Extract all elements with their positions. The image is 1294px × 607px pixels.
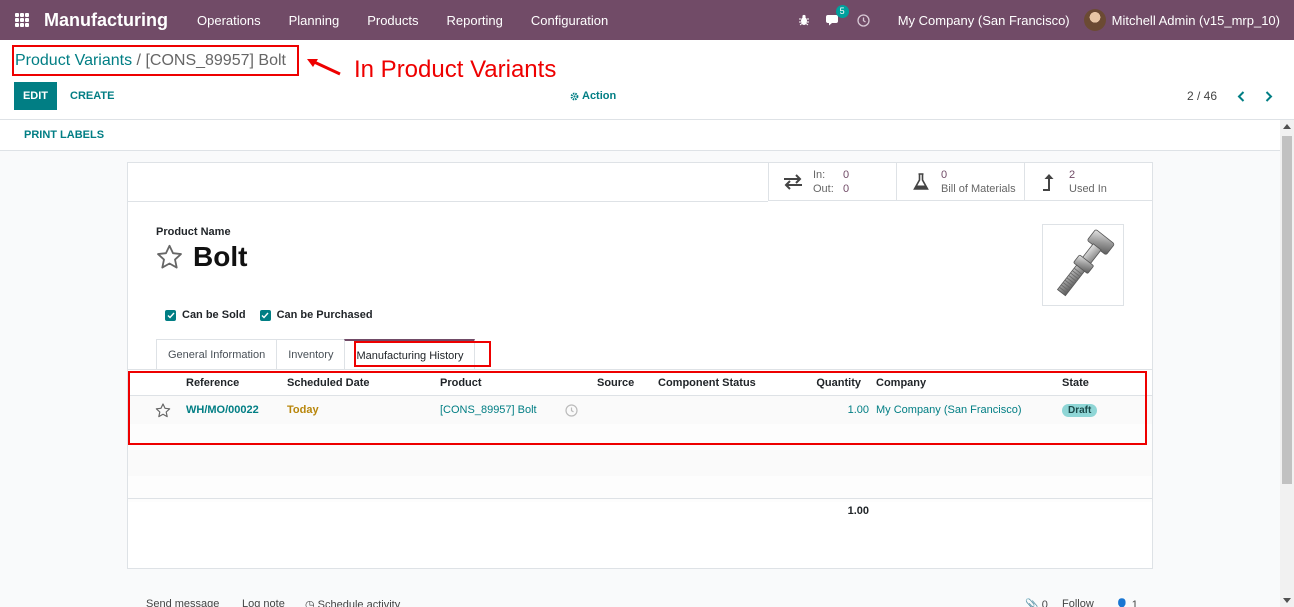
chevron-right-icon [1265, 90, 1273, 102]
scroll-up-arrow-icon[interactable] [1283, 124, 1291, 129]
print-labels-button[interactable]: PRINT LABELS [24, 120, 104, 150]
in-out-smart-button[interactable]: In: 0 Out: 0 [768, 163, 896, 201]
bom-label: Bill of Materials [941, 183, 1016, 195]
table-highlight-box [128, 371, 1147, 445]
tab-inventory[interactable]: Inventory [276, 339, 346, 370]
annotation-text: In Product Variants [354, 56, 557, 83]
user-name: Mitchell Admin (v15_mrp_10) [1111, 12, 1280, 28]
log-note-button[interactable]: Log note [242, 598, 285, 607]
used-in-smart-button[interactable]: 2 Used In [1024, 163, 1152, 201]
app-name[interactable]: Manufacturing [44, 10, 168, 31]
top-navbar: Manufacturing Operations Planning Produc… [0, 0, 1294, 40]
can-be-purchased-checkbox[interactable]: Can be Purchased [259, 309, 373, 321]
followers-count: 1 [1131, 599, 1138, 607]
product-flags: Can be Sold Can be Purchased [165, 309, 387, 321]
scroll-thumb[interactable] [1282, 136, 1292, 484]
can-be-purchased-label: Can be Purchased [276, 309, 373, 321]
menu-products[interactable]: Products [353, 13, 432, 28]
attachments-button[interactable]: 📎 0 [1025, 598, 1048, 607]
annotation-arrow-icon [307, 59, 341, 76]
activity-clock-icon[interactable] [849, 13, 878, 27]
used-in-label: Used In [1069, 183, 1107, 195]
send-message-button[interactable]: Send message [146, 598, 219, 607]
user-icon: 👤 [1115, 599, 1129, 607]
level-up-arrow-icon [1043, 174, 1054, 191]
used-in-count: 2 [1069, 169, 1076, 181]
chatter-topbar: Send message Log note ◷ Schedule activit… [0, 596, 1280, 607]
scroll-down-arrow-icon[interactable] [1283, 598, 1291, 603]
header-divider [128, 201, 768, 202]
control-panel: Product Variants / [CONS_89957] Bolt In … [0, 40, 1294, 120]
schedule-activity-button[interactable]: ◷ Schedule activity [305, 598, 400, 607]
pager-previous-button[interactable] [1229, 84, 1253, 108]
product-name[interactable]: Bolt [193, 241, 247, 273]
breadcrumb-highlight-box [12, 45, 299, 76]
form-sheet: In: 0 Out: 0 0 Bill of Materials 2 Used In… [127, 162, 1153, 569]
out-label: Out: [813, 183, 834, 195]
empty-row [128, 450, 1152, 476]
action-label: Action [582, 90, 617, 102]
total-quantity: 1.00 [847, 504, 869, 517]
smart-button-box: In: 0 Out: 0 0 Bill of Materials 2 Used In [768, 163, 1152, 201]
in-label: In: [813, 169, 826, 181]
action-menu-button[interactable]: Action [570, 82, 616, 110]
product-name-label: Product Name [156, 226, 231, 238]
checkmark-icon [165, 309, 176, 321]
tab-general-information[interactable]: General Information [156, 339, 278, 370]
tab-highlight-box [354, 341, 491, 367]
out-value: 0 [843, 183, 850, 195]
attachments-count: 0 [1041, 599, 1048, 607]
can-be-sold-checkbox[interactable]: Can be Sold [165, 309, 246, 321]
chevron-left-icon [1237, 90, 1245, 102]
clock-icon: ◷ [305, 599, 315, 607]
bolt-image-icon [1056, 229, 1115, 297]
messages-count-badge: 5 [835, 4, 849, 18]
edit-button[interactable]: EDIT [14, 82, 57, 110]
vertical-scrollbar[interactable] [1280, 120, 1294, 607]
form-statusbar: PRINT LABELS [0, 120, 1280, 151]
menu-operations[interactable]: Operations [183, 13, 275, 28]
avatar [1083, 9, 1106, 31]
bom-count: 0 [941, 169, 948, 181]
can-be-sold-label: Can be Sold [182, 309, 246, 321]
user-menu[interactable]: Mitchell Admin (v15_mrp_10) [1083, 9, 1294, 31]
apps-menu-icon[interactable] [0, 0, 44, 40]
create-button[interactable]: CREATE [70, 82, 114, 110]
pager: 2 / 46 [1187, 82, 1281, 110]
menu-planning[interactable]: Planning [275, 13, 354, 28]
messages-icon[interactable]: 5 [818, 4, 849, 27]
gear-icon [570, 92, 579, 100]
table-footer: 1.00 [128, 498, 1152, 522]
bug-icon[interactable] [790, 14, 818, 26]
product-title: Bolt [156, 241, 247, 273]
pager-value[interactable]: 2 / 46 [1187, 89, 1217, 103]
in-value: 0 [843, 169, 850, 181]
product-image[interactable] [1042, 224, 1124, 306]
pager-next-button[interactable] [1257, 84, 1281, 108]
flask-icon [913, 173, 929, 190]
follow-button[interactable]: Follow [1062, 598, 1094, 607]
paperclip-icon: 📎 [1025, 599, 1039, 607]
menu-configuration[interactable]: Configuration [517, 13, 622, 28]
bom-smart-button[interactable]: 0 Bill of Materials [896, 163, 1024, 201]
checkmark-icon [259, 309, 271, 321]
menu-reporting[interactable]: Reporting [433, 13, 517, 28]
company-switcher[interactable]: My Company (San Francisco) [878, 13, 1084, 28]
schedule-activity-label: Schedule activity [317, 599, 401, 607]
exchange-arrows-icon [784, 174, 802, 190]
favorite-star-icon[interactable] [156, 244, 183, 270]
followers-button[interactable]: 👤 1 [1115, 598, 1138, 607]
